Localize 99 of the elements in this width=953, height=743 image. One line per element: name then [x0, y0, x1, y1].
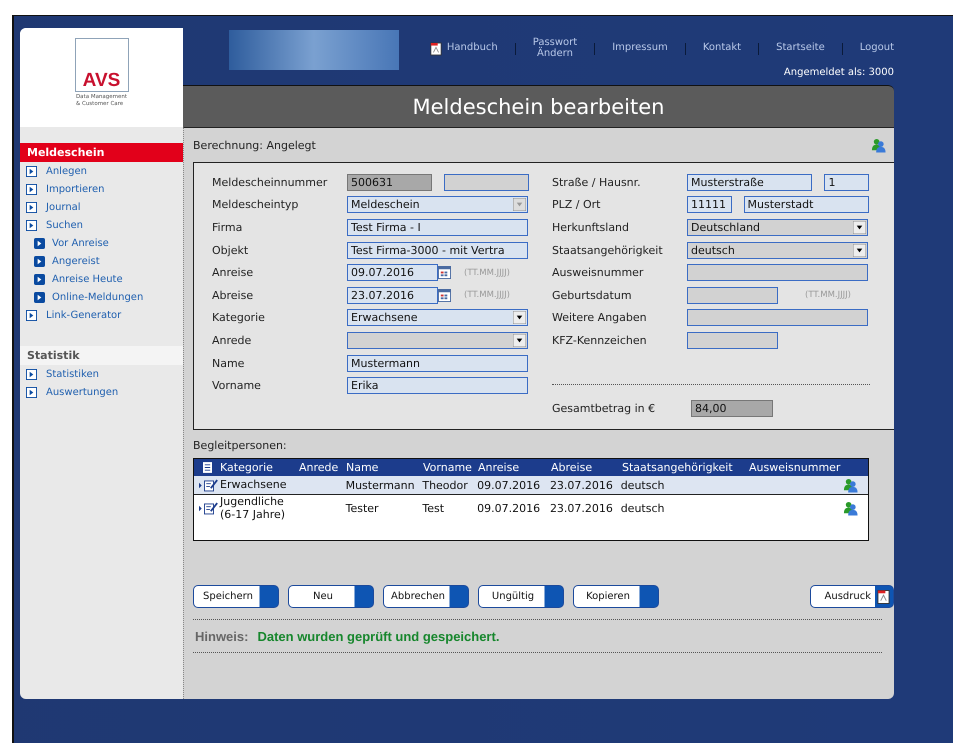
- people-icon[interactable]: [842, 501, 858, 516]
- login-status: Angemeldet als: 3000: [784, 67, 894, 78]
- header-link[interactable]: Logout: [850, 43, 894, 54]
- field-label: Herkunftsland: [552, 220, 630, 234]
- field-label: PLZ / Ort: [552, 198, 602, 212]
- select-field[interactable]: Erwachsene: [347, 309, 528, 326]
- header-link[interactable]: Passwort Ändern: [524, 38, 586, 59]
- column-header[interactable]: Name: [346, 461, 423, 474]
- sidebar-item[interactable]: Auswertungen: [20, 383, 183, 401]
- table-row[interactable]: Erwachsene Mustermann Theodor 09.07.2016 23.07.2016 deutsch: [194, 476, 868, 495]
- calendar-icon[interactable]: [438, 288, 451, 302]
- pdf-icon: [877, 588, 890, 604]
- column-header[interactable]: Anreise: [478, 461, 551, 474]
- field-label: Staatsangehörigkeit: [552, 244, 664, 257]
- sidebar-section-title[interactable]: Statistik: [20, 346, 183, 365]
- sidebar-subitem[interactable]: Anreise Heute: [20, 270, 183, 288]
- date-format-hint: (TT.MM.JJJJ): [464, 290, 510, 300]
- total-field: 84,00: [691, 400, 773, 417]
- list-icon: [202, 462, 212, 473]
- table-row[interactable]: Jugendliche (6-17 Jahre) Tester Test 09.07.2016 23.07.2016 deutsch: [194, 495, 868, 522]
- field-label: Firma: [212, 220, 244, 234]
- logo-mark: AVS: [82, 71, 120, 90]
- table-cell: Jugendliche (6-17 Jahre): [220, 495, 286, 521]
- input-field[interactable]: 09.07.2016: [347, 264, 438, 282]
- sidebar-subitem[interactable]: Angereist: [20, 252, 183, 270]
- input-field[interactable]: 23.07.2016: [347, 286, 438, 304]
- sidebar-item[interactable]: Link-Generator: [20, 306, 183, 324]
- input-field[interactable]: Test Firma-3000 - mit Vertra: [347, 242, 528, 259]
- sidebar-item[interactable]: Statistiken: [20, 365, 183, 383]
- table-cell: deutsch: [620, 478, 664, 492]
- input-field[interactable]: Mustermann: [347, 354, 528, 372]
- column-header[interactable]: Anrede: [299, 461, 346, 474]
- table-cell: deutsch: [620, 502, 664, 516]
- action-button[interactable]: Ungültig: [478, 585, 564, 608]
- header-link[interactable]: Kontakt: [694, 43, 750, 54]
- column-header[interactable]: Vorname: [423, 461, 478, 474]
- field-label: Ausweisnummer: [552, 266, 644, 280]
- table-cell: Mustermann: [346, 478, 415, 492]
- field-label: Name: [212, 356, 246, 370]
- table-cell: Erwachsene: [220, 478, 286, 491]
- field-label: Anreise: [212, 266, 254, 280]
- select-field[interactable]: Meldeschein: [347, 196, 528, 214]
- print-button[interactable]: Ausdruck: [810, 585, 894, 608]
- field-label: KFZ-Kennzeichen: [552, 334, 648, 347]
- sidebar-item[interactable]: Anlegen: [20, 162, 183, 180]
- column-header[interactable]: Ausweisnummer: [749, 461, 868, 474]
- calculation-status: Berechnung: Angelegt: [193, 138, 316, 152]
- sidebar-section-title[interactable]: Meldeschein: [20, 143, 183, 162]
- field-label: Geburtsdatum: [552, 288, 633, 302]
- calendar-icon[interactable]: [438, 266, 451, 280]
- header-link[interactable]: Handbuch: [420, 42, 507, 56]
- action-button[interactable]: Neu: [288, 585, 374, 608]
- notice-label: Hinweis:: [195, 628, 248, 644]
- table-cell: 23.07.2016: [550, 478, 613, 492]
- sidebar-item[interactable]: Suchen: [20, 216, 183, 234]
- field-label: Kategorie: [212, 311, 266, 324]
- field-label: Abreise: [212, 288, 254, 302]
- column-header[interactable]: Kategorie: [220, 461, 299, 474]
- people-icon[interactable]: [842, 478, 858, 492]
- table-cell: 09.07.2016: [477, 478, 540, 492]
- input-field[interactable]: 11111: [687, 196, 732, 214]
- input-field[interactable]: Erika: [347, 377, 528, 394]
- sidebar-subitem[interactable]: Online-Meldungen: [20, 288, 183, 306]
- field-label: Meldescheintyp: [212, 198, 300, 212]
- input-field[interactable]: Musterstadt: [744, 196, 869, 214]
- table-cell: 23.07.2016: [550, 502, 613, 516]
- table-cell: 09.07.2016: [477, 502, 540, 516]
- sidebar-subitem[interactable]: Vor Anreise: [20, 234, 183, 252]
- pdf-icon: [430, 42, 442, 56]
- field-label: Weitere Angaben: [552, 311, 648, 324]
- field-label: Objekt: [212, 244, 250, 257]
- table-cell: Tester: [346, 502, 379, 516]
- people-icon[interactable]: [871, 138, 886, 152]
- action-button[interactable]: Abbrechen: [383, 585, 469, 608]
- edit-icon[interactable]: [199, 502, 219, 516]
- field-label: Straße / Hausnr.: [552, 176, 642, 189]
- action-button[interactable]: Kopieren: [573, 585, 659, 608]
- field-label: Vorname: [212, 379, 262, 392]
- field-label: Anrede: [212, 334, 252, 347]
- page-title: Meldeschein bearbeiten: [183, 85, 894, 127]
- sidebar-item[interactable]: Journal: [20, 198, 183, 216]
- sidebar-item[interactable]: Importieren: [20, 180, 183, 198]
- header-link[interactable]: Impressum: [603, 43, 677, 54]
- input-field[interactable]: Musterstraße: [687, 174, 812, 191]
- table-cell: Test: [422, 502, 444, 516]
- table-cell: Theodor: [422, 478, 468, 492]
- column-header[interactable]: Staatsangehörigkeit: [622, 461, 749, 474]
- total-label: Gesamtbetrag in €: [552, 402, 656, 415]
- section-title: Begleitpersonen:: [193, 439, 288, 452]
- date-format-hint: (TT.MM.JJJJ): [464, 268, 510, 278]
- input-field[interactable]: Test Firma - I: [347, 218, 528, 236]
- action-button[interactable]: Speichern: [193, 585, 279, 608]
- field-label: Meldescheinnummer: [212, 176, 328, 189]
- edit-icon[interactable]: [199, 478, 219, 492]
- notice-message: Daten wurden geprüft und gespeichert.: [257, 628, 500, 644]
- input-field[interactable]: 1: [824, 174, 869, 191]
- column-header[interactable]: Abreise: [551, 461, 622, 474]
- header-link[interactable]: Startseite: [767, 43, 834, 54]
- date-format-hint: (TT.MM.JJJJ): [805, 290, 851, 300]
